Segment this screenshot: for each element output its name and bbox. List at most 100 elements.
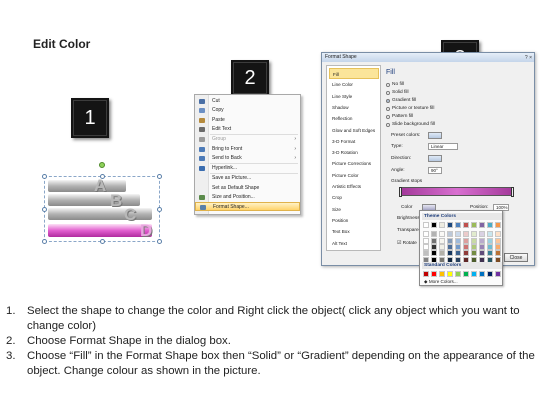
dialog-nav-item[interactable]: Line Color xyxy=(329,79,379,90)
dialog-nav-item[interactable]: Line Style xyxy=(329,91,379,102)
dialog-nav-item[interactable]: 3-D Format xyxy=(329,136,379,147)
resize-handle[interactable] xyxy=(100,174,105,179)
dialog-nav-item[interactable]: Position xyxy=(329,215,379,226)
resize-handle[interactable] xyxy=(100,239,105,244)
standard-color-swatch[interactable] xyxy=(471,271,477,277)
color-swatch[interactable] xyxy=(431,243,437,250)
standard-color-swatch[interactable] xyxy=(463,271,469,277)
color-swatch[interactable] xyxy=(439,243,445,250)
standard-color-swatch[interactable] xyxy=(479,271,485,277)
resize-handle[interactable] xyxy=(42,207,47,212)
color-swatch[interactable] xyxy=(431,231,437,238)
color-swatch[interactable] xyxy=(431,222,437,228)
color-swatch[interactable] xyxy=(495,237,501,244)
fill-option[interactable]: Pattern fill xyxy=(386,113,413,120)
color-swatch[interactable] xyxy=(471,222,477,228)
context-menu-item[interactable]: Bring to Front › xyxy=(195,145,300,154)
context-menu-item[interactable]: Cut xyxy=(195,97,300,106)
selected-shape[interactable]: A B C D xyxy=(40,160,170,250)
color-swatch[interactable] xyxy=(423,231,429,238)
color-swatch[interactable] xyxy=(447,250,453,257)
dialog-nav-item[interactable]: Alt Text xyxy=(329,238,379,249)
color-swatch[interactable] xyxy=(455,243,461,250)
context-menu-item[interactable]: Edit Text xyxy=(195,125,300,134)
color-swatch[interactable] xyxy=(455,237,461,244)
color-swatch[interactable] xyxy=(447,237,453,244)
color-swatch[interactable] xyxy=(471,250,477,257)
color-swatch[interactable] xyxy=(423,237,429,244)
radio-button[interactable] xyxy=(386,82,390,87)
color-swatch[interactable] xyxy=(479,231,485,238)
close-button[interactable]: Close xyxy=(504,253,528,262)
fill-option[interactable]: Slide background fill xyxy=(386,121,435,128)
color-swatch[interactable] xyxy=(463,237,469,244)
color-swatch[interactable] xyxy=(439,237,445,244)
color-swatch[interactable] xyxy=(439,231,445,238)
resize-handle[interactable] xyxy=(42,174,47,179)
direction-button[interactable] xyxy=(428,155,442,162)
resize-handle[interactable] xyxy=(42,239,47,244)
color-swatch[interactable] xyxy=(495,222,501,228)
type-select[interactable]: Linear xyxy=(428,143,458,150)
resize-handle[interactable] xyxy=(157,207,162,212)
color-swatch[interactable] xyxy=(495,231,501,238)
dialog-nav-item[interactable]: Glow and Soft Edges xyxy=(329,125,379,136)
standard-color-swatch[interactable] xyxy=(423,271,429,277)
dialog-nav-item[interactable]: Text Box xyxy=(329,226,379,237)
fill-option[interactable]: Gradient fill xyxy=(386,97,416,104)
standard-color-swatch[interactable] xyxy=(447,271,453,277)
color-swatch[interactable] xyxy=(455,250,461,257)
standard-color-swatch[interactable] xyxy=(455,271,461,277)
color-swatch[interactable] xyxy=(423,250,429,257)
color-swatch[interactable] xyxy=(447,243,453,250)
color-swatch[interactable] xyxy=(471,243,477,250)
radio-button[interactable] xyxy=(386,122,390,127)
context-menu-item[interactable]: Set as Default Shape xyxy=(195,184,300,193)
gradient-stops-bar[interactable] xyxy=(401,187,513,196)
color-swatch[interactable] xyxy=(463,243,469,250)
fill-option[interactable]: No fill xyxy=(386,81,404,88)
color-swatch[interactable] xyxy=(487,231,493,238)
gradient-stop-handle[interactable] xyxy=(511,187,514,197)
color-swatch[interactable] xyxy=(431,237,437,244)
color-swatch[interactable] xyxy=(423,243,429,250)
color-swatch[interactable] xyxy=(495,250,501,257)
color-swatch[interactable] xyxy=(447,231,453,238)
radio-button[interactable] xyxy=(386,98,390,103)
color-swatch[interactable] xyxy=(479,250,485,257)
standard-color-swatch[interactable] xyxy=(495,271,501,277)
dialog-nav-item[interactable]: Shadow xyxy=(329,102,379,113)
color-swatch[interactable] xyxy=(487,250,493,257)
context-menu-item[interactable]: Save as Picture... xyxy=(195,174,300,183)
context-menu-item[interactable]: Size and Position... xyxy=(195,193,300,202)
color-swatch[interactable] xyxy=(471,231,477,238)
color-swatch[interactable] xyxy=(439,222,445,228)
standard-color-swatch[interactable] xyxy=(431,271,437,277)
color-swatch[interactable] xyxy=(487,243,493,250)
fill-option[interactable]: Picture or texture fill xyxy=(386,105,434,112)
standard-color-swatch[interactable] xyxy=(487,271,493,277)
dialog-nav-item[interactable]: Fill xyxy=(329,68,379,79)
gradient-stop-handle[interactable] xyxy=(399,187,402,197)
context-menu-item[interactable]: Send to Back › xyxy=(195,154,300,163)
dialog-nav-item[interactable]: Reflection xyxy=(329,113,379,124)
color-swatch[interactable] xyxy=(423,222,429,228)
dialog-nav-item[interactable]: Size xyxy=(329,204,379,215)
color-swatch[interactable] xyxy=(471,237,477,244)
angle-input[interactable]: 90° xyxy=(428,167,442,174)
dialog-nav-item[interactable]: 3-D Rotation xyxy=(329,147,379,158)
color-swatch[interactable] xyxy=(479,243,485,250)
color-swatch[interactable] xyxy=(479,237,485,244)
context-menu-item[interactable]: Copy xyxy=(195,106,300,115)
fill-option[interactable]: Solid fill xyxy=(386,89,409,96)
color-swatch[interactable] xyxy=(487,222,493,228)
color-swatch[interactable] xyxy=(455,222,461,228)
context-menu-item[interactable]: Group › xyxy=(195,135,300,144)
standard-color-swatch[interactable] xyxy=(439,271,445,277)
resize-handle[interactable] xyxy=(157,174,162,179)
context-menu-item[interactable]: Paste xyxy=(195,116,300,125)
resize-handle[interactable] xyxy=(157,239,162,244)
dialog-nav-item[interactable]: Picture Corrections xyxy=(329,158,379,169)
color-swatch[interactable] xyxy=(463,231,469,238)
color-swatch[interactable] xyxy=(439,250,445,257)
